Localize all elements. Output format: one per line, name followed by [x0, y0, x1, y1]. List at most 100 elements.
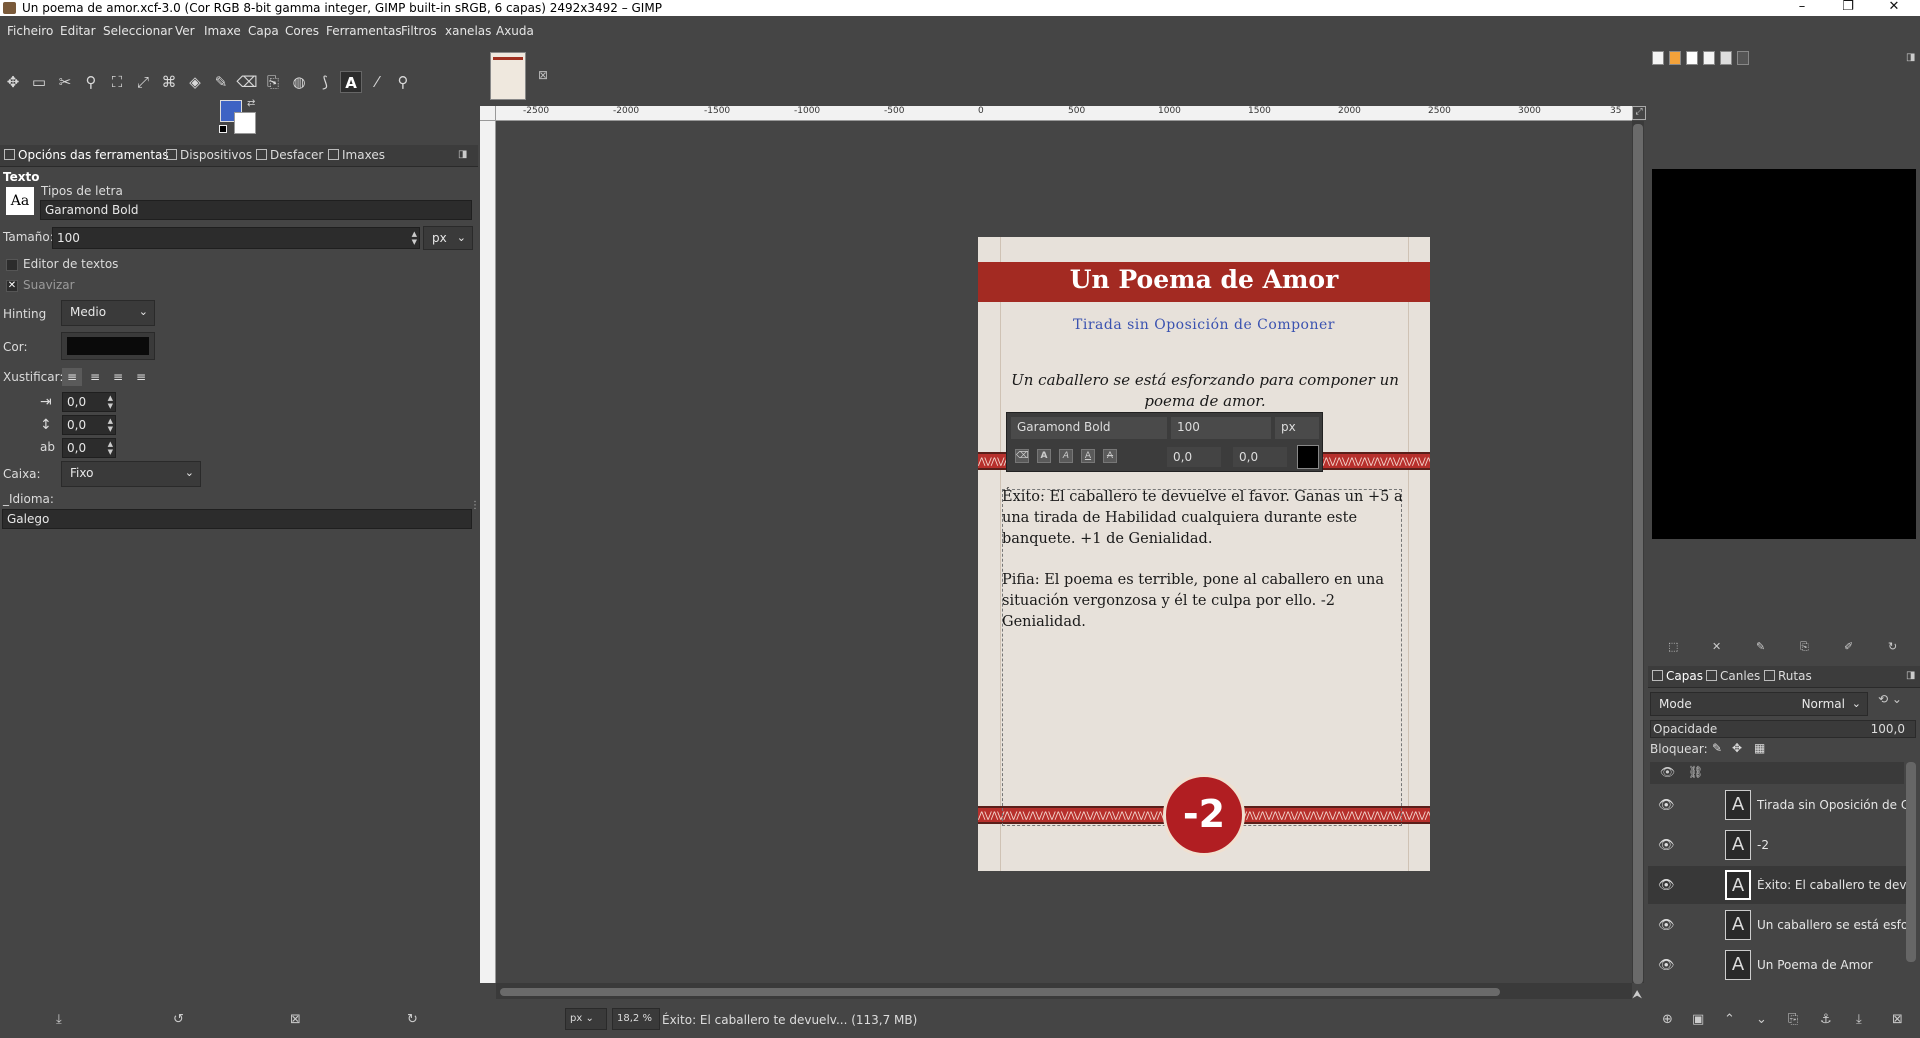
- eye-icon[interactable]: 👁: [1658, 838, 1675, 853]
- background-color-swatch[interactable]: [234, 112, 256, 134]
- navigate-icon[interactable]: ⮝: [1632, 987, 1642, 1002]
- eye-icon[interactable]: 👁: [1658, 918, 1675, 933]
- unit-select[interactable]: px ⌄: [565, 1008, 607, 1030]
- paths-tool-icon[interactable]: ⟆: [314, 71, 336, 93]
- unified-transform-tool-icon[interactable]: ⤢: [132, 71, 154, 93]
- save-options-icon[interactable]: ⤓: [56, 1012, 62, 1027]
- vertical-ruler[interactable]: [480, 121, 496, 983]
- lock-pixels-icon[interactable]: ✎: [1712, 741, 1722, 755]
- dock-menu-icon[interactable]: ◨: [1906, 52, 1915, 63]
- eye-icon[interactable]: 👁: [1658, 958, 1675, 973]
- canvas-unit-select[interactable]: px: [1275, 417, 1319, 439]
- tab-layers[interactable]: Capas: [1652, 669, 1703, 687]
- indent-input[interactable]: 0,0 ▲ ▼: [62, 392, 116, 412]
- reset-options-icon[interactable]: ↻: [407, 1012, 418, 1027]
- tab-images[interactable]: Imaxes: [328, 148, 385, 166]
- swap-colors-icon[interactable]: ⇄: [247, 98, 255, 109]
- dock-sash-handle[interactable]: ⋮: [470, 500, 480, 530]
- vertical-scrollbar-thumb[interactable]: [1633, 124, 1643, 984]
- select-area-icon[interactable]: ⬚: [1668, 640, 1678, 653]
- eye-icon[interactable]: 👁: [1658, 798, 1675, 813]
- menu-ferramentas[interactable]: Ferramentas: [326, 24, 402, 38]
- restore-options-icon[interactable]: ↺: [173, 1012, 184, 1027]
- justify-right-icon[interactable]: ≡: [85, 368, 105, 386]
- reset-colors-icon[interactable]: [219, 125, 227, 133]
- move-tool-icon[interactable]: ✥: [2, 71, 24, 93]
- delete-options-icon[interactable]: ⊠: [290, 1012, 301, 1027]
- edit-icon[interactable]: ✎: [1756, 640, 1765, 653]
- eraser-tool-icon[interactable]: ⌫: [236, 71, 258, 93]
- menu-capa[interactable]: Capa: [248, 24, 279, 38]
- layer-mode-select[interactable]: Mode Normal ⌄: [1650, 692, 1868, 716]
- size-spin-down-icon[interactable]: ▼: [412, 239, 417, 246]
- clear-icon[interactable]: ✕: [1712, 640, 1721, 653]
- smudge-tool-icon[interactable]: ◍: [288, 71, 310, 93]
- crop-tool-icon[interactable]: ⛶: [106, 71, 128, 93]
- text-tool-icon[interactable]: A: [340, 71, 362, 93]
- merge-layer-icon[interactable]: ⤓: [1856, 1012, 1862, 1027]
- templates-tab-icon[interactable]: [1720, 51, 1732, 65]
- font-input[interactable]: Garamond Bold: [40, 200, 472, 220]
- size-input[interactable]: 100 ▲ ▼: [52, 227, 420, 249]
- refresh-icon[interactable]: ↻: [1888, 640, 1897, 653]
- font-preview-icon[interactable]: Aa: [6, 187, 34, 215]
- duplicate-layer-icon[interactable]: ⎘: [1788, 1012, 1798, 1027]
- tab-tool-options[interactable]: Opcións das ferramentas: [4, 148, 169, 166]
- lower-layer-icon[interactable]: ⌄: [1756, 1012, 1767, 1027]
- navigation-tab-icon[interactable]: [1737, 51, 1749, 65]
- size-spin-up-icon[interactable]: ▲: [412, 231, 417, 238]
- maximize-button[interactable]: ❐: [1825, 0, 1871, 15]
- menu-editar[interactable]: Editar: [60, 24, 96, 38]
- close-image-icon[interactable]: ⊠: [538, 68, 548, 82]
- bold-icon[interactable]: A: [1037, 449, 1051, 463]
- justify-center-icon[interactable]: ≡: [108, 368, 128, 386]
- close-button[interactable]: ✕: [1871, 0, 1917, 15]
- minimize-button[interactable]: –: [1779, 0, 1825, 15]
- menu-axuda[interactable]: Axuda: [496, 24, 534, 38]
- bucket-fill-tool-icon[interactable]: ◈: [184, 71, 206, 93]
- line-spacing-spin-up-icon[interactable]: ▲: [108, 418, 113, 425]
- navigation-preview[interactable]: [1652, 169, 1916, 539]
- zoom-tool-icon[interactable]: ⚲: [392, 71, 414, 93]
- zoom-select[interactable]: 18,2 %: [612, 1008, 660, 1030]
- opacity-slider[interactable]: Opacidade 100,0: [1650, 720, 1916, 738]
- layer-row[interactable]: 👁 A Un caballero se está esfo: [1648, 906, 1908, 944]
- strikethrough-icon[interactable]: A: [1103, 449, 1117, 463]
- letter-spacing-spin-down-icon[interactable]: ▼: [108, 449, 113, 456]
- text-color-button[interactable]: [61, 332, 155, 360]
- language-input[interactable]: Galego: [2, 509, 472, 529]
- italic-icon[interactable]: A: [1059, 449, 1073, 463]
- indent-spin-up-icon[interactable]: ▲: [108, 395, 113, 402]
- dock-menu-icon[interactable]: ◨: [1906, 670, 1915, 681]
- menu-filtros[interactable]: Filtros: [401, 24, 437, 38]
- delete-layer-icon[interactable]: ⊠: [1892, 1012, 1903, 1027]
- tab-paths[interactable]: Rutas: [1764, 669, 1812, 687]
- composite-mode-icon[interactable]: ⟲ ⌄: [1878, 692, 1916, 716]
- duplicate-icon[interactable]: ⎘: [1800, 640, 1809, 654]
- fuzzy-select-tool-icon[interactable]: ⚲: [80, 71, 102, 93]
- layer-row[interactable]: 👁 A Un Poema de Amor: [1648, 946, 1906, 984]
- horizontal-ruler[interactable]: -2500 -2000 -1500 -1000 -500 0 500 1000 …: [496, 106, 1632, 121]
- canvas-baseline-input[interactable]: 0,0: [1167, 447, 1221, 467]
- canvas-kerning-input[interactable]: 0,0: [1233, 447, 1287, 467]
- line-spacing-spin-down-icon[interactable]: ▼: [108, 426, 113, 433]
- lock-alpha-icon[interactable]: ▦: [1754, 741, 1765, 755]
- rect-select-tool-icon[interactable]: ▭: [28, 71, 50, 93]
- image-tab-thumbnail[interactable]: [490, 52, 526, 100]
- letter-spacing-spin-up-icon[interactable]: ▲: [108, 441, 113, 448]
- canvas-font-input[interactable]: Garamond Bold: [1011, 417, 1167, 439]
- menu-xanelas[interactable]: xanelas: [445, 24, 491, 38]
- clear-style-icon[interactable]: ⌫: [1015, 449, 1029, 463]
- line-spacing-input[interactable]: 0,0 ▲ ▼: [62, 415, 116, 435]
- indent-spin-down-icon[interactable]: ▼: [108, 403, 113, 410]
- dock-menu-icon[interactable]: ◨: [458, 149, 467, 160]
- tab-channels[interactable]: Canles: [1706, 669, 1760, 687]
- document-history-tab-icon[interactable]: [1703, 51, 1715, 65]
- brushes-tab-icon[interactable]: [1652, 51, 1664, 65]
- layer-row[interactable]: 👁 A Tirada sin Oposición de C: [1648, 786, 1909, 824]
- anchor-layer-icon[interactable]: ⚓: [1820, 1012, 1832, 1027]
- patterns-tab-icon[interactable]: [1669, 51, 1681, 65]
- text-editor-checkbox[interactable]: [6, 259, 18, 271]
- new-layer-group-icon[interactable]: ▣: [1692, 1012, 1704, 1027]
- edit-brush-icon[interactable]: ✐: [1844, 640, 1853, 653]
